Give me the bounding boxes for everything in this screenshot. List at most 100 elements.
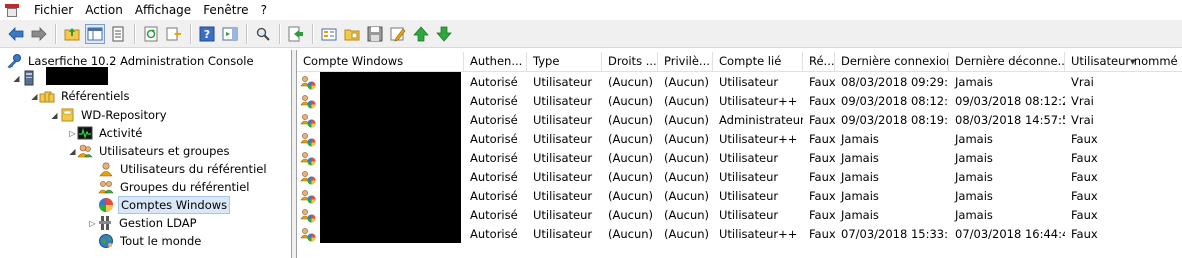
- cell-last-login: Jamais: [841, 188, 879, 203]
- tree-label: Groupes du référentiel: [120, 180, 250, 194]
- tree-item-users-groups[interactable]: ◢ Utilisateurs et groupes: [68, 142, 232, 160]
- column-header-re[interactable]: Ré...: [803, 52, 835, 71]
- tree-label: Activité: [99, 126, 143, 140]
- cell-privileges: (Aucun): [664, 188, 710, 203]
- tree-item-windows-accounts[interactable]: Comptes Windows: [98, 196, 231, 214]
- move-down-button[interactable]: [434, 24, 454, 44]
- forward-button[interactable]: [29, 24, 49, 44]
- action-pane-icon: [222, 27, 238, 40]
- cell-re: Faux: [809, 150, 835, 165]
- cell-last-login: 09/03/2018 08:19:18: [841, 112, 949, 127]
- column-header-linked-account[interactable]: Compte lié: [713, 52, 803, 71]
- ldap-icon: [97, 215, 113, 231]
- expand-arrow-icon[interactable]: ◢: [30, 92, 39, 101]
- properties-icon: [112, 26, 124, 41]
- cell-authentication: Autorisé: [470, 74, 518, 89]
- toolbar-separator: [190, 23, 192, 44]
- cell-last-logout: Jamais: [955, 188, 993, 203]
- run-icon: [288, 26, 303, 41]
- tree-item-root[interactable]: Laserfiche 10.2 Administration Console: [6, 52, 256, 70]
- cell-privileges: (Aucun): [664, 112, 710, 127]
- column-header-named-user[interactable]: Utilisateur nommé ▼: [1065, 52, 1182, 71]
- up-level-button[interactable]: [62, 24, 82, 44]
- menu-fenetre[interactable]: Fenêtre: [197, 0, 254, 20]
- svg-text:?: ?: [204, 28, 210, 41]
- cell-privileges: (Aucun): [664, 74, 710, 89]
- column-header-last-logout[interactable]: Dernière déconne...: [949, 52, 1065, 71]
- move-up-button[interactable]: [411, 24, 431, 44]
- cell-linked-account: Utilisateur: [719, 74, 779, 89]
- tree-label: WD-Repository: [81, 108, 167, 122]
- menu-bar: Fichier Action Affichage Fenêtre ?: [0, 0, 1182, 20]
- server-icon: [21, 70, 37, 86]
- tree-item-wd-repository[interactable]: ◢ WD-Repository: [50, 106, 169, 124]
- cell-last-logout: Jamais: [955, 131, 993, 146]
- menu-affichage[interactable]: Affichage: [129, 0, 197, 20]
- windows-user-icon: [300, 150, 316, 166]
- cell-last-logout: 07/03/2018 16:44:42: [955, 226, 1065, 241]
- cell-linked-account: Utilisateur: [719, 150, 779, 165]
- column-header-privileges[interactable]: Privilè...: [658, 52, 713, 71]
- save-icon: [367, 26, 383, 41]
- menu-action[interactable]: Action: [79, 0, 129, 20]
- tree-item-everyone[interactable]: Tout le monde: [98, 232, 203, 250]
- cell-authentication: Autorisé: [470, 226, 518, 241]
- cell-last-login: Jamais: [841, 207, 879, 222]
- expand-arrow-icon[interactable]: ◢: [50, 111, 59, 120]
- menu-fichier[interactable]: Fichier: [28, 0, 79, 20]
- column-header-type[interactable]: Type: [527, 52, 602, 71]
- tree-item-activity[interactable]: ▷ Activité: [68, 124, 144, 142]
- cell-re: Faux: [809, 207, 835, 222]
- tree-item-repositories[interactable]: ◢ Référentiels: [30, 87, 131, 105]
- cell-authentication: Autorisé: [470, 112, 518, 127]
- menu-help[interactable]: ?: [255, 0, 273, 20]
- open-folder-button[interactable]: [342, 24, 362, 44]
- new-item-button[interactable]: [319, 24, 339, 44]
- toolbar-separator: [279, 23, 281, 44]
- expand-arrow-icon[interactable]: ◢: [12, 74, 21, 83]
- app-icon[interactable]: [5, 3, 19, 17]
- tree-item-repo-users[interactable]: Utilisateurs du référentiel: [98, 160, 269, 178]
- cell-type: Utilisateur: [533, 226, 593, 241]
- expand-arrow-icon[interactable]: ◢: [68, 147, 77, 156]
- help-button[interactable]: ?: [197, 24, 217, 44]
- action-pane-button[interactable]: [220, 24, 240, 44]
- cell-last-login: Jamais: [841, 169, 879, 184]
- column-header-windows-account[interactable]: Compte Windows: [297, 52, 464, 71]
- cell-privileges: (Aucun): [664, 169, 710, 184]
- search-button[interactable]: [253, 24, 273, 44]
- show-hide-tree-button[interactable]: [85, 23, 105, 44]
- windows-user-icon: [300, 74, 316, 90]
- tree-item-ldap[interactable]: ▷ Gestion LDAP: [88, 214, 199, 232]
- edit-button[interactable]: [388, 24, 408, 44]
- column-header-authentication[interactable]: Authen...: [464, 52, 527, 71]
- group-icon: [98, 179, 114, 195]
- cell-authentication: Autorisé: [470, 93, 518, 108]
- refresh-button[interactable]: [141, 24, 161, 44]
- windows-user-icon: [300, 112, 316, 128]
- cell-authentication: Autorisé: [470, 169, 518, 184]
- collapsed-arrow-icon[interactable]: ▷: [68, 129, 77, 138]
- run-button[interactable]: [286, 24, 306, 44]
- globe-users-icon: [98, 233, 114, 249]
- redacted-server-name: [46, 67, 108, 85]
- back-button[interactable]: [6, 24, 26, 44]
- column-header-last-login[interactable]: Dernière connexion: [835, 52, 949, 71]
- cell-type: Utilisateur: [533, 74, 593, 89]
- cell-named-user: Faux: [1071, 150, 1098, 165]
- tree-label: Utilisateurs du référentiel: [120, 162, 267, 176]
- windows-user-icon: [300, 207, 316, 223]
- tree-item-server[interactable]: ◢: [12, 69, 37, 87]
- cell-re: Faux: [809, 93, 835, 108]
- collapsed-arrow-icon[interactable]: ▷: [88, 219, 97, 228]
- column-header-rights[interactable]: Droits ...: [602, 52, 658, 71]
- repositories-folder-icon: [39, 88, 55, 104]
- windows-user-icon: [300, 131, 316, 147]
- properties-button[interactable]: [108, 24, 128, 44]
- cell-type: Utilisateur: [533, 207, 593, 222]
- cell-named-user: Faux: [1071, 188, 1098, 203]
- save-button[interactable]: [365, 24, 385, 44]
- export-list-button[interactable]: [164, 24, 184, 44]
- tree-item-repo-groups[interactable]: Groupes du référentiel: [98, 178, 251, 196]
- tree-label: Utilisateurs et groupes: [99, 144, 230, 158]
